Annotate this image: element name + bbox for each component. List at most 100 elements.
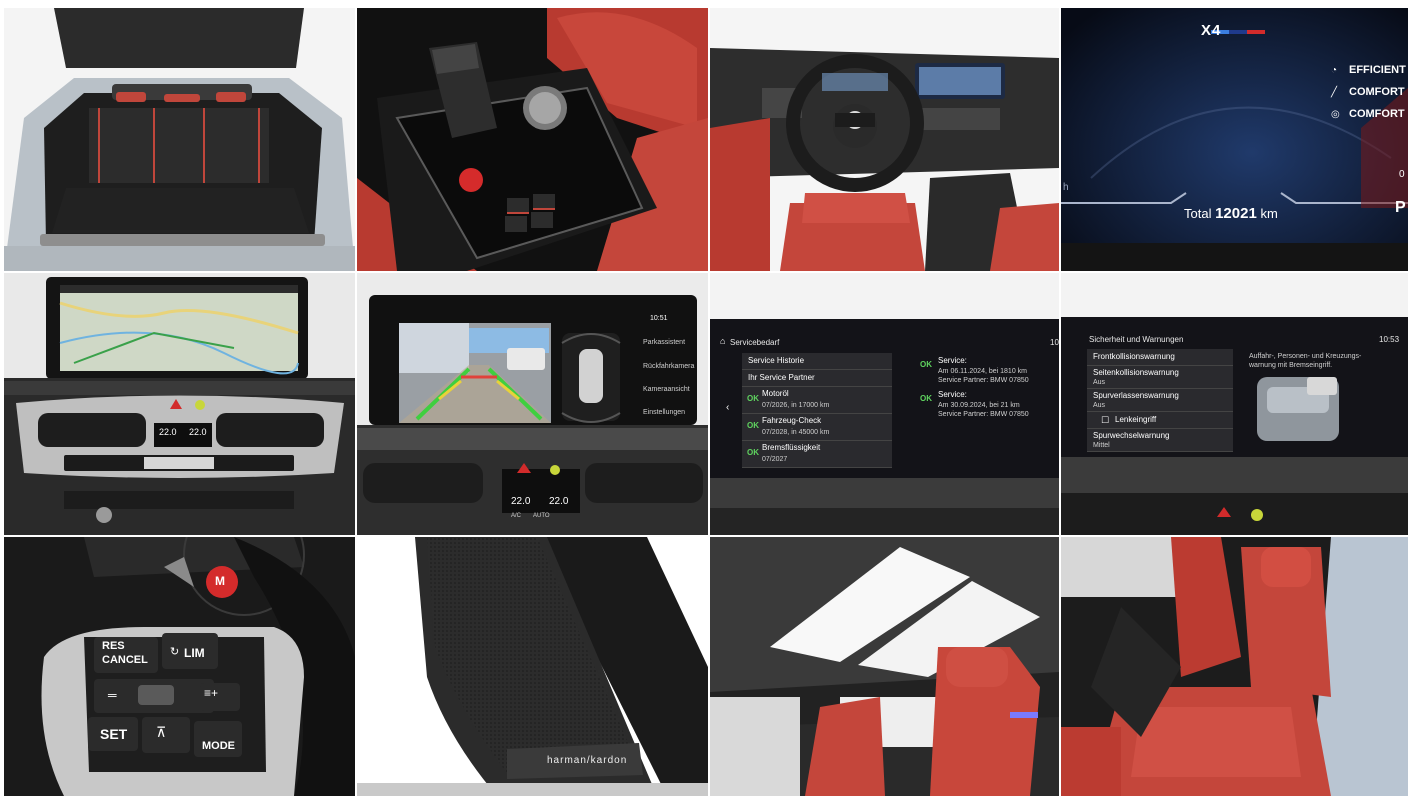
safety-row-lanechange[interactable]: Spurwechselwarnung Mittel (1087, 429, 1233, 452)
service-item-oil[interactable]: OK Motoröl 07/2026, in 17000 km (742, 387, 892, 414)
odometer-unit: km (1260, 206, 1278, 221)
safety-row-steering[interactable]: ☐ Lenkeingriff (1087, 412, 1233, 429)
history-1-line1: Am 06.11.2024, bei 1810 km (938, 368, 1027, 375)
safety-row-side-value: Aus (1093, 379, 1106, 386)
safety-row-front-name: Frontkollisionswarnung (1093, 352, 1175, 361)
steering-checkbox-icon[interactable]: ☐ (1101, 416, 1109, 425)
safety-description-line2: warnung mit Bremseingriff. (1249, 362, 1333, 369)
distance-minus-icon[interactable]: ═ (108, 689, 117, 701)
set-button[interactable]: SET (100, 727, 127, 741)
m-button[interactable]: M (215, 575, 225, 587)
service-partner-label: Ihr Service Partner (748, 373, 815, 382)
service-item-oil-status: OK (747, 394, 759, 403)
comfort-mode-icon: ╱ (1331, 87, 1338, 98)
cluster-model-badge: X4 (1201, 22, 1222, 39)
cluster-gear: P (1395, 199, 1406, 216)
camera-screen-time: 10:51 (650, 315, 668, 322)
photo-cockpit[interactable] (710, 8, 1059, 271)
odometer-value: 12021 (1215, 205, 1257, 222)
history-1-line2: Service Partner: BMW 07850 (938, 377, 1029, 384)
seats-illustration (1061, 537, 1408, 796)
photo-service-screen[interactable]: Servicebedarf ⌂ 10 Service Historie Ihr … (710, 273, 1059, 535)
trunk-illustration (4, 8, 355, 271)
photo-safety-screen[interactable]: Sicherheit und Warnungen 10:53 Frontkoll… (1061, 273, 1408, 535)
climate-temp-right: 22.0 (189, 427, 207, 437)
photo-speaker[interactable]: harman/kardon (357, 537, 708, 796)
service-item-brake-detail: 07/2027 (762, 456, 788, 463)
safety-description-line1: Auffahr-, Personen- und Kreuzungs- (1249, 353, 1362, 360)
safety-row-lane-value: Aus (1093, 402, 1106, 409)
service-item-check-name: Fahrzeug-Check (762, 416, 822, 425)
efficient-mode-icon: ◔ (1331, 65, 1338, 76)
assist-icon[interactable]: ⊼ (156, 725, 166, 739)
steering-mode-icon: ◎ (1331, 109, 1340, 120)
safety-screen-title: Sicherheit und Warnungen (1089, 335, 1184, 344)
service-item-brake-name: Bremsflüssigkeit (762, 443, 821, 452)
steering-wheel-illustration (4, 537, 355, 796)
safety-row-lane-name: Spurverlassenswarnung (1093, 391, 1179, 400)
photo-gallery-grid: X4 ◔ EFFICIENT ╱ COMFORT ◎ COMFORT h 0 P… (0, 0, 1408, 796)
service-item-check[interactable]: OK Fahrzeug-Check 07/2028, in 45000 km (742, 414, 892, 441)
service-item-oil-name: Motoröl (762, 389, 789, 398)
history-2-status: OK (920, 394, 932, 403)
mode-button[interactable]: MODE (202, 741, 235, 752)
history-1-label: Service: (938, 356, 967, 365)
safety-row-lanechange-name: Spurwechselwarnung (1093, 431, 1170, 440)
photo-trunk[interactable] (4, 8, 355, 271)
cluster-background (1061, 8, 1408, 271)
back-chevron-icon[interactable]: ‹ (726, 403, 729, 413)
service-history-row[interactable]: Service Historie (742, 353, 892, 370)
history-2-line2: Service Partner: BMW 07850 (938, 411, 1029, 418)
safety-screen-time: 10:53 (1379, 335, 1400, 344)
climate-temp-left: 22.0 (159, 427, 177, 437)
service-partner-row[interactable]: Ihr Service Partner (742, 370, 892, 387)
reverse-camera-illustration (357, 273, 708, 535)
cluster-odometer: Total 12021 km (1184, 206, 1278, 221)
camera-menu-item-4[interactable]: Einstellungen (643, 409, 685, 416)
history-2-line1: Am 30.09.2024, bei 21 km (938, 402, 1020, 409)
photo-navigation-dashboard[interactable]: 22.0 22.0 (4, 273, 355, 535)
service-item-oil-detail: 07/2026, in 17000 km (762, 402, 830, 409)
cluster-edge-left: h (1063, 182, 1069, 193)
photo-instrument-cluster[interactable]: X4 ◔ EFFICIENT ╱ COMFORT ◎ COMFORT h 0 P… (1061, 8, 1408, 271)
lim-button[interactable]: LIM (184, 647, 205, 659)
service-item-check-detail: 07/2028, in 45000 km (762, 429, 830, 436)
cockpit-illustration (710, 8, 1059, 271)
camera-climate-auto: AUTO (533, 513, 550, 519)
safety-row-steering-name: Lenkeingriff (1115, 415, 1157, 424)
speed-limiter-icon: ↻ (170, 646, 180, 658)
camera-menu-item-3[interactable]: Kameraansicht (643, 386, 690, 393)
photo-panoramic-roof[interactable] (710, 537, 1059, 796)
camera-climate-temp-right: 22.0 (549, 496, 569, 507)
speaker-illustration (357, 537, 708, 796)
history-1-status: OK (920, 360, 932, 369)
photo-gear-selector[interactable] (357, 8, 708, 271)
photo-reverse-camera[interactable]: 10:51 Parkassistent Rückfahrkamera Kamer… (357, 273, 708, 535)
service-screen-time: 10 (1050, 338, 1059, 347)
photo-steering-wheel-buttons[interactable]: RES CANCEL ↻ LIM SET ⊼ MODE M ═ ≡+ (4, 537, 355, 796)
photo-front-seats[interactable] (1061, 537, 1408, 796)
center-console-illustration (357, 8, 708, 271)
distance-plus-icon[interactable]: ≡+ (204, 687, 218, 699)
cluster-edge-right: 0 (1399, 169, 1405, 180)
service-history-label: Service Historie (748, 356, 805, 365)
service-screen-title: Servicebedarf (730, 338, 780, 347)
res-button-top[interactable]: RES (102, 641, 125, 652)
cancel-button-label[interactable]: CANCEL (102, 655, 148, 666)
service-item-check-status: OK (747, 421, 759, 430)
safety-row-lane[interactable]: Spurverlassenswarnung Aus (1087, 389, 1233, 412)
camera-climate-temp-left: 22.0 (511, 496, 531, 507)
history-2-label: Service: (938, 390, 967, 399)
camera-climate-ac: A/C (511, 513, 522, 519)
odometer-label: Total (1184, 206, 1212, 221)
home-icon[interactable]: ⌂ (720, 337, 725, 346)
safety-row-front[interactable]: Frontkollisionswarnung (1087, 349, 1233, 366)
service-item-brake-status: OK (747, 448, 759, 457)
safety-row-side[interactable]: Seitenkollisionswarnung Aus (1087, 366, 1233, 389)
camera-menu-item-2[interactable]: Rückfahrkamera (643, 363, 694, 370)
camera-menu-item-1[interactable]: Parkassistent (643, 339, 685, 346)
service-item-brake[interactable]: OK Bremsflüssigkeit 07/2027 (742, 441, 892, 468)
safety-row-side-name: Seitenkollisionswarnung (1093, 368, 1179, 377)
speaker-brand-logo: harman/kardon (547, 755, 628, 766)
nav-dashboard-illustration (4, 273, 355, 535)
